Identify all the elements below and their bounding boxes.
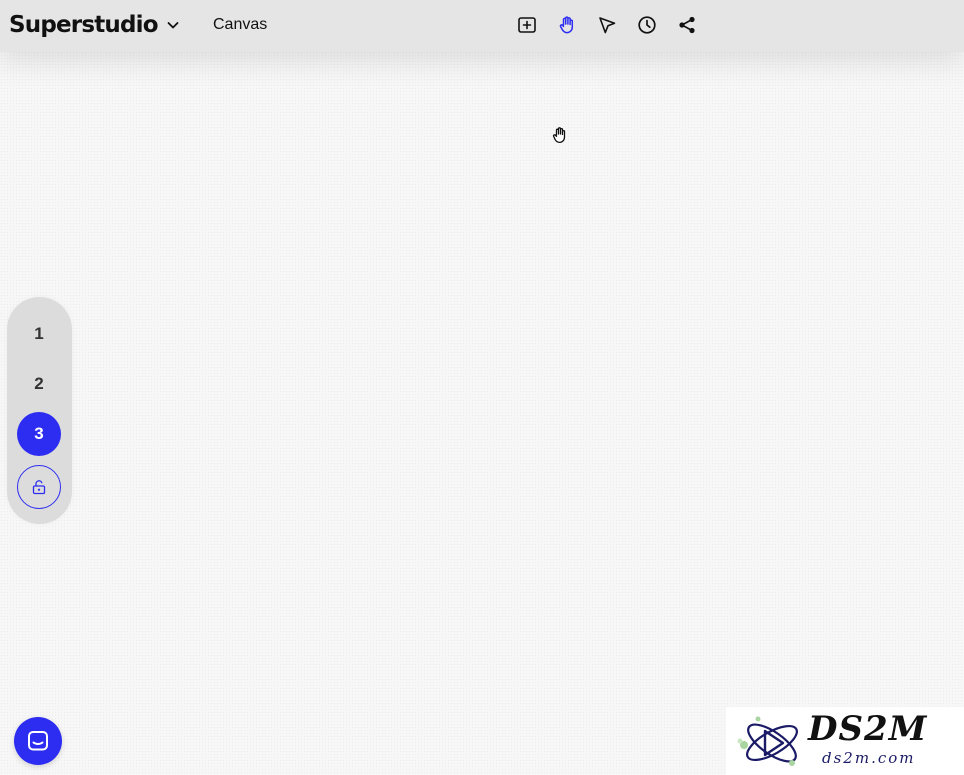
page-button-3[interactable]: 3 [17,412,61,456]
hand-tool-button[interactable] [556,14,578,36]
workspace-switcher[interactable]: Superstudio [9,9,180,41]
ds2m-logo-icon [737,716,798,766]
clock-icon [638,16,656,34]
top-bar: Superstudio Canvas [0,0,964,52]
add-frame-icon [518,17,536,33]
page-switcher: 1 2 3 [7,297,72,524]
app-name: Superstudio [9,12,159,38]
grab-cursor-icon [552,127,566,144]
chat-launcher-button[interactable] [14,717,62,765]
watermark-url: ds2m.com [822,749,916,767]
history-button[interactable] [636,14,658,36]
page-label: Canvas [213,16,268,33]
page-button-1[interactable]: 1 [17,312,61,356]
unlock-icon [32,480,46,495]
watermark-title: DS2M [808,709,928,749]
select-tool-button[interactable] [596,14,618,36]
toolbar [516,12,698,38]
share-icon [679,16,695,34]
pointer-icon [599,17,616,34]
canvas[interactable] [0,52,964,775]
chevron-down-icon [167,22,179,29]
watermark: DS2M ds2m.com [726,707,964,775]
chat-icon [28,731,48,751]
share-button[interactable] [676,14,698,36]
hand-icon [559,16,574,34]
page-button-2[interactable]: 2 [17,362,61,406]
lock-button[interactable] [17,465,61,509]
add-frame-button[interactable] [516,14,538,36]
